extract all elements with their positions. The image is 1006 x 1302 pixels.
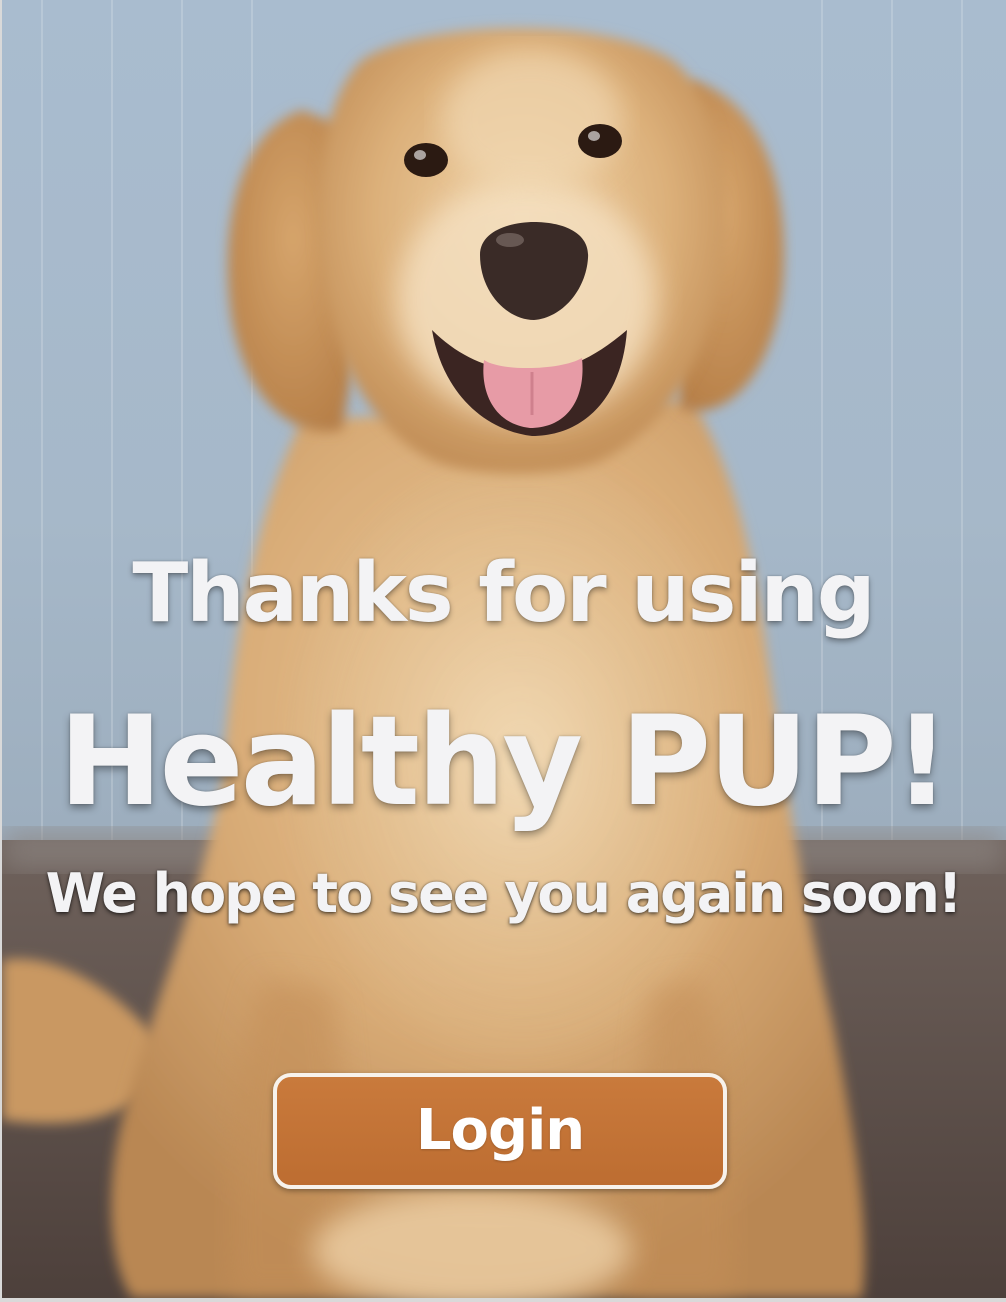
- thank-you-screen: Thanks for using Healthy PUP! We hope to…: [0, 0, 1006, 1302]
- login-button[interactable]: Login: [273, 1073, 727, 1189]
- thanks-heading: Thanks for using: [132, 546, 875, 641]
- app-name-heading: Healthy PUP!: [58, 690, 951, 834]
- farewell-subheading: We hope to see you again soon!: [45, 862, 963, 925]
